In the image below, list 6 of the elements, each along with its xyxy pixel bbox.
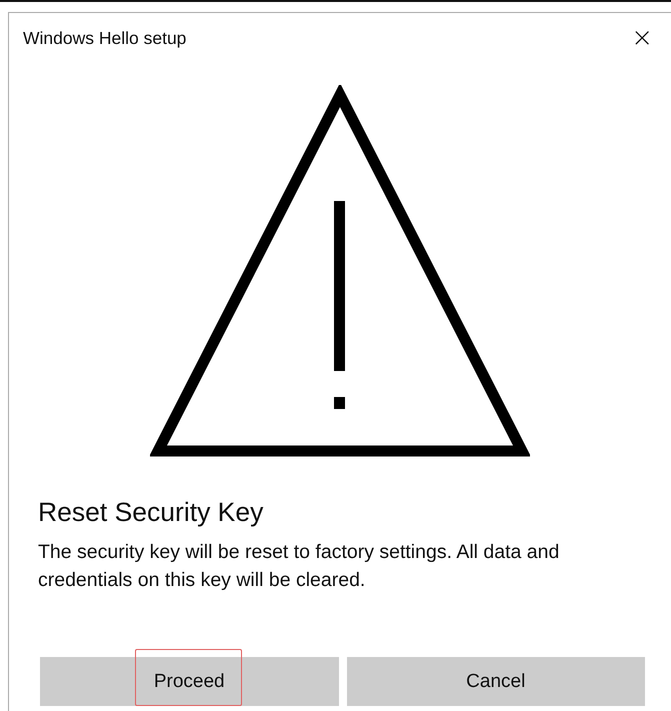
cancel-button[interactable]: Cancel xyxy=(346,657,645,706)
window-title: Windows Hello setup xyxy=(23,28,186,48)
dialog-heading: Reset Security Key xyxy=(38,497,264,528)
dialog-message: The security key will be reset to factory settings. All data and credentials on this key will be cleared. xyxy=(38,540,560,594)
close-button[interactable]: × xyxy=(627,25,657,51)
proceed-button[interactable]: Proceed xyxy=(40,657,338,706)
